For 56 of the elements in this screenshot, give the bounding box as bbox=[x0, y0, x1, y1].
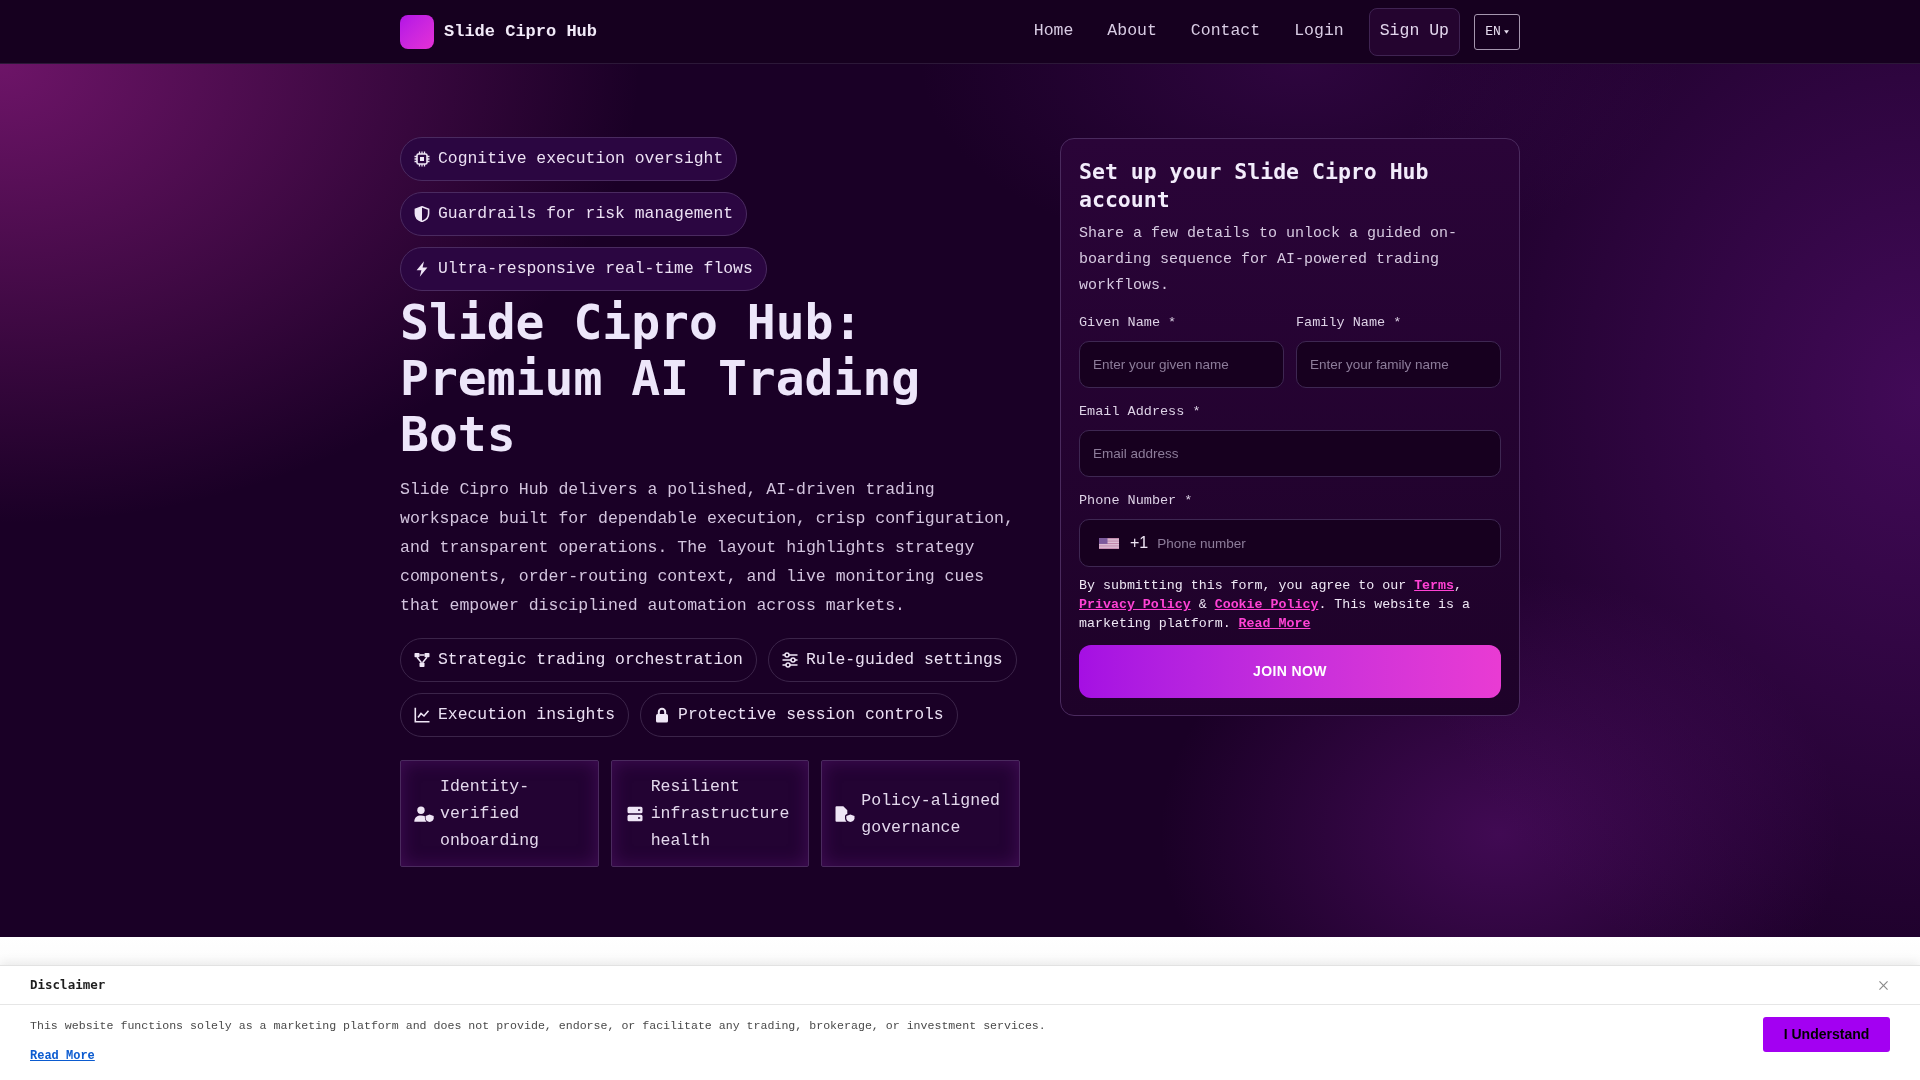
field-label: Given Name * bbox=[1079, 314, 1178, 332]
chip-text: Execution insights bbox=[438, 703, 616, 726]
card-text: Identity-verified onboarding bbox=[440, 776, 541, 852]
consent-text: By submitting this form, you agree to our Terms, Privacy Policy & Cookie Policy. This website is a marketing platform. Read More bbox=[1079, 577, 1471, 633]
hero-description: Slide Cipro Hub delivers a polished, AI-driven trading workspace built for dependable execution, crisp configuration, and transparent operations. The layout highlights strategy components, order-routing context, and live monitoring cues that empower disciplined automation across markets. bbox=[400, 479, 1015, 617]
disclaimer-title: Disclaimer bbox=[30, 975, 106, 994]
consent-link[interactable]: Read More bbox=[1238, 616, 1311, 631]
badge-text: Cognitive execution oversight bbox=[438, 147, 724, 170]
country-code-button[interactable]: +1 bbox=[1099, 531, 1149, 555]
nav-link[interactable]: Contact bbox=[1178, 11, 1273, 52]
consent-link[interactable]: Cookie Policy bbox=[1214, 597, 1319, 612]
card-text: Resilient infrastructure health bbox=[650, 776, 791, 852]
phone-field[interactable]: +1 Phone number bbox=[1079, 519, 1501, 567]
nav-link[interactable]: Login bbox=[1282, 11, 1356, 52]
shield-icon bbox=[414, 206, 430, 222]
email-input[interactable]: Email address bbox=[1079, 430, 1501, 477]
field-label: Email Address * bbox=[1079, 403, 1202, 421]
caret-icon bbox=[1503, 29, 1509, 34]
connected-nodes-icon bbox=[414, 652, 430, 668]
nav-link[interactable]: About bbox=[1095, 11, 1169, 52]
form-title: Set up your Slide Cipro Hub account bbox=[1079, 158, 1430, 214]
understand-button[interactable]: I Understand bbox=[1763, 1017, 1890, 1052]
server-icon bbox=[626, 805, 643, 822]
card-text: Policy-aligned governance bbox=[861, 789, 1001, 839]
phone-number-input[interactable]: Phone number bbox=[1157, 528, 1490, 558]
form-description: Share a few details to unlock a guided on-boarding sequence for AI-powered trading workflows. bbox=[1079, 224, 1459, 296]
lightning-bolt-icon bbox=[414, 261, 430, 277]
chip-text: Strategic trading orchestration bbox=[438, 648, 743, 671]
hero-title: Slide Cipro Hub: Premium AI Trading Bots bbox=[400, 294, 922, 462]
sliders-icon bbox=[781, 652, 798, 668]
lock-icon bbox=[654, 707, 671, 723]
sign-up-button[interactable]: Sign Up bbox=[1368, 7, 1460, 56]
badge-text: Guardrails for risk management bbox=[438, 202, 734, 225]
document-shield-icon bbox=[835, 805, 856, 822]
line-chart-icon bbox=[414, 707, 430, 723]
field-label: Phone Number * bbox=[1079, 492, 1194, 510]
close-button[interactable] bbox=[1876, 978, 1890, 992]
read-more-link[interactable]: Read More bbox=[30, 1047, 95, 1065]
field-label: Family Name * bbox=[1296, 314, 1403, 332]
cpu-icon bbox=[414, 151, 430, 167]
consent-link[interactable]: Privacy Policy bbox=[1079, 597, 1191, 612]
flag-icon bbox=[1099, 537, 1119, 549]
disclaimer-text: This website functions solely as a marketing platform and does not provide, endorse, or facilitate any trading, brokerage, or investment services. bbox=[30, 1018, 1046, 1034]
join-now-button[interactable]: JOIN NOW bbox=[1079, 645, 1501, 698]
text-input[interactable]: Enter your given name bbox=[1079, 341, 1284, 388]
close-icon bbox=[1878, 980, 1888, 990]
chip-text: Rule-guided settings bbox=[805, 648, 1003, 671]
consent-link[interactable]: Terms bbox=[1414, 578, 1455, 593]
chip-text: Protective session controls bbox=[678, 703, 944, 726]
logo-icon[interactable] bbox=[400, 14, 434, 49]
language-select[interactable]: EN bbox=[1474, 13, 1520, 50]
badge-text: Ultra-responsive real-time flows bbox=[438, 257, 753, 280]
brand-name: Slide Cipro Hub bbox=[444, 20, 598, 43]
text-input[interactable]: Enter your family name bbox=[1296, 341, 1501, 388]
user-shield-icon bbox=[414, 805, 434, 822]
nav-link[interactable]: Home bbox=[1021, 11, 1086, 52]
